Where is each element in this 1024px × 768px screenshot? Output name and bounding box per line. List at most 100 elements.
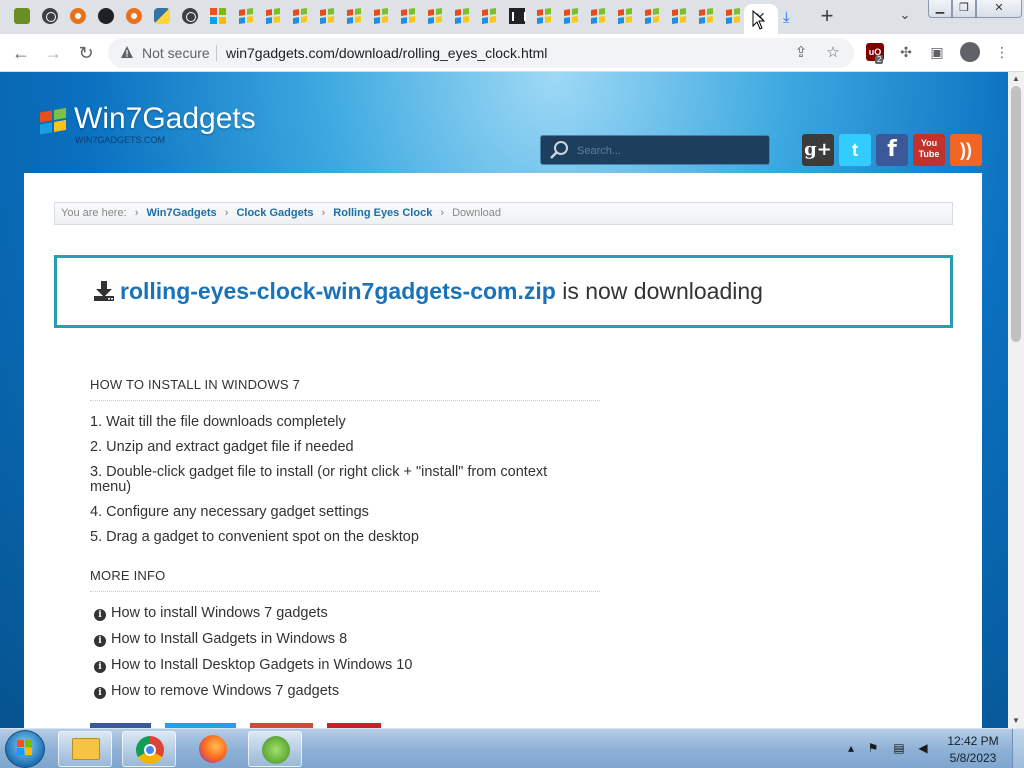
site-search xyxy=(540,135,770,165)
breadcrumb: You are here: › Win7Gadgets › Clock Gadg… xyxy=(54,202,953,225)
tab-favicon-download-icon[interactable]: ⤓ xyxy=(783,9,790,26)
taskbar-gadgets-button[interactable] xyxy=(248,731,302,767)
google-plus-icon[interactable]: g+ xyxy=(802,134,834,166)
share-icon[interactable]: ⇪ xyxy=(792,44,810,62)
tab-favicon-win7gadgets-icon[interactable] xyxy=(671,6,687,26)
url-text[interactable]: win7gadgets.com/download/rolling_eyes_cl… xyxy=(226,45,547,61)
taskbar-firefox-button[interactable] xyxy=(186,731,240,767)
tab-favicon-win7gadgets-icon[interactable] xyxy=(319,6,335,26)
more-info-link[interactable]: i How to remove Windows 7 gadgets xyxy=(94,683,339,699)
tab-favicon-win7gadgets-icon[interactable] xyxy=(238,6,254,26)
page-viewport: Win7Gadgets WIN7GADGETS.COM g+ t f You T… xyxy=(0,72,1008,728)
tab-favicon-win7gadgets-icon[interactable] xyxy=(698,6,714,26)
tab-favicon-win7gadgets-icon[interactable] xyxy=(373,6,389,26)
gadgets-icon xyxy=(262,736,290,764)
start-button[interactable] xyxy=(5,730,45,768)
tab-favicon-microsoft-icon[interactable] xyxy=(210,8,226,24)
tab-search-chevron-icon[interactable]: ⌄ xyxy=(896,7,914,25)
scroll-down-arrow-icon[interactable]: ▼ xyxy=(1008,714,1024,728)
more-info-link[interactable]: i How to Install Desktop Gadgets in Windo… xyxy=(94,657,412,673)
tab-favicon-gear-icon[interactable] xyxy=(126,8,142,24)
window-restore-button[interactable]: ❐ xyxy=(952,0,976,18)
warning-triangle-icon[interactable] xyxy=(120,45,134,59)
page-scrollbar[interactable]: ▲ ▼ xyxy=(1008,72,1024,728)
tab-favicon-win7gadgets-icon[interactable] xyxy=(292,6,308,26)
mouse-cursor-icon xyxy=(752,10,766,30)
taskbar-chrome-button[interactable] xyxy=(122,731,176,767)
more-info-link-text[interactable]: How to remove Windows 7 gadgets xyxy=(111,683,339,699)
forward-arrow-icon[interactable]: → xyxy=(41,41,65,65)
tab-favicon-win7gadgets-icon[interactable] xyxy=(617,6,633,26)
tab-favicon-win7gadgets-icon[interactable] xyxy=(590,6,606,26)
tray-network-icon[interactable]: ▤ xyxy=(892,741,906,755)
download-filename-link[interactable]: rolling-eyes-clock-win7gadgets-com.zip xyxy=(120,278,556,304)
tab-favicon-win7gadgets-icon[interactable] xyxy=(265,6,281,26)
window-close-button[interactable]: ✕ xyxy=(976,0,1022,18)
window-minimize-button[interactable]: ▁ xyxy=(928,0,952,18)
main-content: You are here: › Win7Gadgets › Clock Gadg… xyxy=(24,173,982,728)
clock-time[interactable]: 12:42 PM xyxy=(940,734,1006,748)
show-desktop-button[interactable] xyxy=(1012,729,1024,768)
install-section-title: HOW TO INSTALL IN WINDOWS 7 xyxy=(90,377,600,401)
windows-logo-icon xyxy=(17,740,32,755)
tray-volume-icon[interactable]: ◀ xyxy=(916,741,930,755)
security-status-label[interactable]: Not secure xyxy=(142,45,210,61)
firefox-icon xyxy=(199,735,227,763)
side-panel-icon[interactable]: ▣ xyxy=(928,43,946,61)
breadcrumb-link-win7gadgets[interactable]: Win7Gadgets xyxy=(146,207,216,219)
youtube-icon-bottom: Tube xyxy=(918,149,940,159)
more-info-link[interactable]: i How to install Windows 7 gadgets xyxy=(94,605,328,621)
breadcrumb-link-clock-gadgets[interactable]: Clock Gadgets xyxy=(236,207,313,219)
tab-favicon-globe-icon[interactable] xyxy=(42,8,58,24)
tray-action-center-icon[interactable]: ⚑ xyxy=(866,741,880,755)
rss-icon[interactable]: )) xyxy=(950,134,982,166)
bookmark-star-icon[interactable]: ☆ xyxy=(824,44,842,62)
extensions-puzzle-icon[interactable]: ✣ xyxy=(897,43,915,61)
info-circle-icon: i xyxy=(94,661,106,673)
windows-flag-icon xyxy=(40,107,68,137)
profile-avatar-icon[interactable] xyxy=(960,42,980,62)
tab-favicon-win7gadgets-icon[interactable] xyxy=(644,6,660,26)
back-arrow-icon[interactable]: ← xyxy=(9,41,33,65)
chrome-icon xyxy=(136,736,164,764)
tab-favicon-gear-icon[interactable] xyxy=(70,8,86,24)
more-info-link-text[interactable]: How to Install Desktop Gadgets in Window… xyxy=(111,657,412,673)
facebook-icon[interactable]: f xyxy=(876,134,908,166)
tab-favicon-win7gadgets-icon[interactable] xyxy=(400,6,416,26)
new-tab-button[interactable]: + xyxy=(816,5,838,27)
tab-favicon-python-icon[interactable] xyxy=(154,8,170,24)
breadcrumb-chevron-icon: › xyxy=(224,207,229,219)
more-info-link-text[interactable]: How to install Windows 7 gadgets xyxy=(111,605,328,621)
folder-icon xyxy=(72,738,100,760)
tray-show-hidden-icon[interactable]: ▴ xyxy=(844,741,858,755)
tab-favicon-win7gadgets-icon[interactable] xyxy=(346,6,362,26)
youtube-icon[interactable]: You Tube xyxy=(913,134,945,166)
address-bar[interactable]: Not secure win7gadgets.com/download/roll… xyxy=(108,38,854,68)
clock-date[interactable]: 5/8/2023 xyxy=(940,751,1006,765)
more-menu-icon[interactable]: ⋮ xyxy=(993,43,1011,61)
taskbar-explorer-button[interactable] xyxy=(58,731,112,767)
twitter-icon[interactable]: t xyxy=(839,134,871,166)
breadcrumb-link-rolling-eyes-clock[interactable]: Rolling Eyes Clock xyxy=(333,207,432,219)
download-status: is now downloading xyxy=(562,278,763,304)
tab-favicon-win7gadgets-icon[interactable] xyxy=(454,6,470,26)
tab-favicon-globe-icon[interactable] xyxy=(182,8,198,24)
scrollbar-thumb[interactable] xyxy=(1011,86,1021,342)
tab-favicon-win7gadgets-icon[interactable] xyxy=(427,6,443,26)
search-icon[interactable] xyxy=(549,140,569,160)
tab-favicon-win7gadgets-icon[interactable] xyxy=(725,6,741,26)
tab-favicon-win7gadgets-icon[interactable] xyxy=(563,6,579,26)
tab-favicon-leaf-icon[interactable] xyxy=(14,8,30,24)
install-step: 4. Configure any necessary gadget settin… xyxy=(90,504,369,520)
tab-favicon-github-icon[interactable] xyxy=(98,8,114,24)
more-info-link-text[interactable]: How to Install Gadgets in Windows 8 xyxy=(111,631,347,647)
search-input[interactable] xyxy=(577,141,763,161)
install-step: 2. Unzip and extract gadget file if need… xyxy=(90,439,354,455)
tab-favicon-win7gadgets-icon[interactable] xyxy=(481,6,497,26)
more-info-link[interactable]: i How to Install Gadgets in Windows 8 xyxy=(94,631,347,647)
install-step: 3. Double-click gadget file to install (… xyxy=(90,464,548,495)
reload-icon[interactable]: ↻ xyxy=(74,41,98,65)
tab-favicon-win7gadgets-icon[interactable] xyxy=(536,6,552,26)
tab-favicon-museum-icon[interactable] xyxy=(509,8,526,24)
scroll-up-arrow-icon[interactable]: ▲ xyxy=(1008,72,1024,86)
